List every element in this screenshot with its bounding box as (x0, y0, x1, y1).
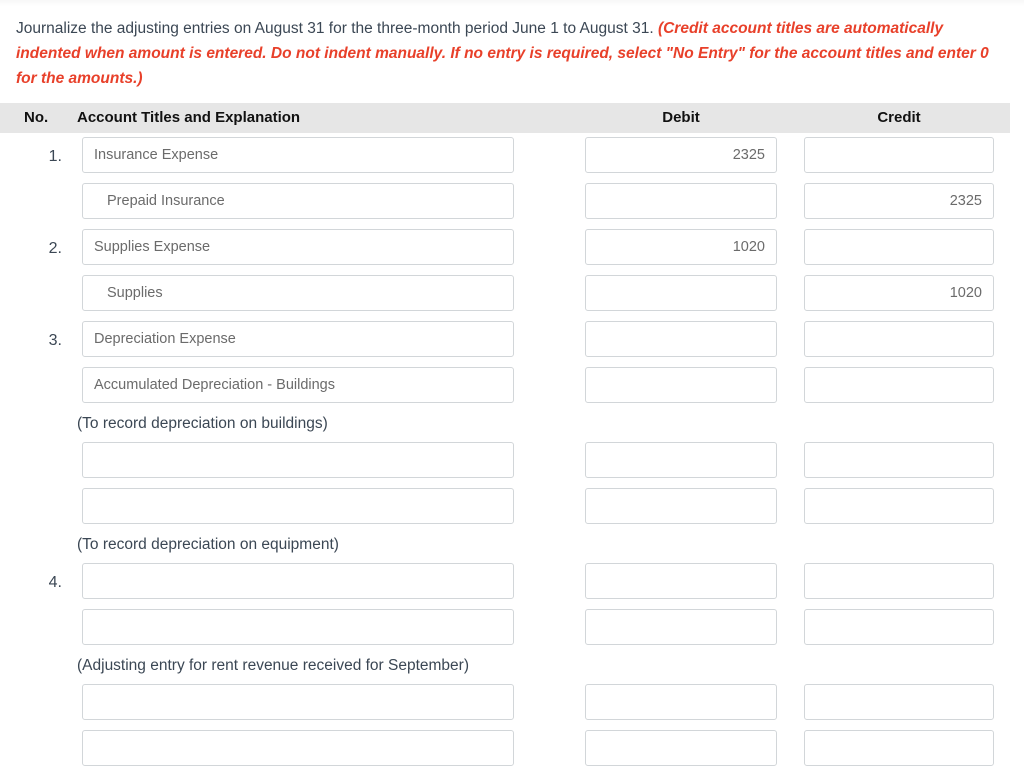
account-title-input[interactable] (82, 229, 514, 265)
column-header-debit: Debit (662, 109, 700, 126)
credit-amount-input[interactable] (804, 563, 994, 599)
entry-number: 2. (48, 240, 62, 257)
entry-explanation-text: (To record depreciation on buildings) (77, 415, 328, 432)
journal-entry-table: No. Account Titles and Explanation Debit… (0, 103, 1024, 766)
credit-amount-input[interactable] (804, 321, 994, 357)
credit-amount-input[interactable] (804, 275, 994, 311)
credit-amount-input[interactable] (804, 609, 994, 645)
debit-amount-input[interactable] (585, 563, 777, 599)
debit-amount-input[interactable] (585, 229, 777, 265)
debit-amount-input[interactable] (585, 183, 777, 219)
debit-amount-input[interactable] (585, 442, 777, 478)
account-title-input[interactable] (82, 275, 514, 311)
credit-amount-input[interactable] (804, 442, 994, 478)
debit-amount-input[interactable] (585, 488, 777, 524)
column-header-account: Account Titles and Explanation (77, 109, 301, 126)
account-title-input[interactable] (82, 321, 514, 357)
debit-amount-input[interactable] (585, 275, 777, 311)
entry-number: 3. (48, 332, 62, 349)
account-title-input[interactable] (82, 488, 514, 524)
debit-amount-input[interactable] (585, 321, 777, 357)
debit-amount-input[interactable] (585, 609, 777, 645)
instructions-paragraph: Journalize the adjusting entries on Augu… (0, 6, 1024, 91)
instructions-lead-text: Journalize the adjusting entries on Augu… (16, 20, 658, 37)
account-title-input[interactable] (82, 684, 514, 720)
credit-amount-input[interactable] (804, 183, 994, 219)
account-title-input[interactable] (82, 367, 514, 403)
debit-amount-input[interactable] (585, 137, 777, 173)
column-header-credit: Credit (877, 109, 921, 126)
debit-amount-input[interactable] (585, 730, 777, 766)
entry-explanation-text: (To record depreciation on equipment) (77, 536, 339, 553)
credit-amount-input[interactable] (804, 730, 994, 766)
table-header-row: No. Account Titles and Explanation Debit… (0, 103, 1010, 133)
entry-explanation-text: (Adjusting entry for rent revenue receiv… (77, 657, 469, 674)
account-title-input[interactable] (82, 137, 514, 173)
column-header-no: No. (24, 109, 49, 126)
account-title-input[interactable] (82, 183, 514, 219)
credit-amount-input[interactable] (804, 684, 994, 720)
credit-amount-input[interactable] (804, 229, 994, 265)
debit-amount-input[interactable] (585, 684, 777, 720)
account-title-input[interactable] (82, 730, 514, 766)
account-title-input[interactable] (82, 609, 514, 645)
credit-amount-input[interactable] (804, 367, 994, 403)
credit-amount-input[interactable] (804, 488, 994, 524)
credit-amount-input[interactable] (804, 137, 994, 173)
account-title-input[interactable] (82, 442, 514, 478)
entry-number: 1. (48, 148, 62, 165)
entry-number: 4. (48, 574, 62, 591)
account-title-input[interactable] (82, 563, 514, 599)
debit-amount-input[interactable] (585, 367, 777, 403)
